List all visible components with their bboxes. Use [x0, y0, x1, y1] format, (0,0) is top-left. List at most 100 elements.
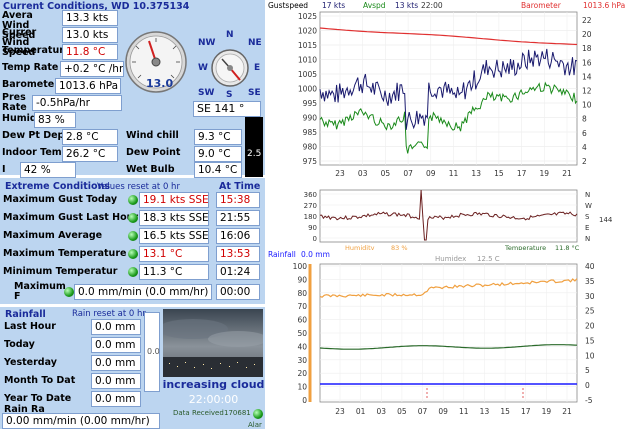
- rain-yesterday-label: Yesterday: [4, 357, 57, 368]
- bottom-x-tick: 05: [397, 407, 407, 416]
- rainfall-chart-label: Rainfall: [268, 250, 296, 259]
- bottom-x-tick: 09: [438, 407, 448, 416]
- top-right-tick: 22: [582, 16, 592, 25]
- top-left-tick: 1015: [298, 41, 317, 50]
- side-indicator-value: 2.5: [247, 149, 262, 159]
- rain-last-hour-label: Last Hour: [4, 321, 56, 332]
- wind-speed-dial-value: 13.0: [146, 77, 174, 90]
- top-chart-time: 22:00: [421, 1, 443, 10]
- avspd-label: Avspd: [363, 1, 386, 10]
- top-left-tick: 1020: [298, 27, 317, 36]
- bottom-right-tick: 5: [585, 366, 590, 375]
- temp-rate-value: +0.2 °C /hr: [60, 61, 124, 77]
- barometer-value: 1013.6 hPa: [583, 1, 625, 10]
- bottom-left-tick: 90: [297, 275, 307, 284]
- dew-pt-depr-label: Dew Pt Depr.: [2, 130, 72, 141]
- wind-direction-chart: 360 270 180 90 0 N W S E N 144 Humidity 83 % Temperat…: [265, 186, 640, 252]
- data-received-indicator: [253, 409, 263, 419]
- bottom-x-tick: 13: [480, 407, 490, 416]
- top-right-tick: 18: [582, 44, 592, 53]
- top-right-tick: 10: [582, 101, 592, 110]
- wet-bulb-value: 10.4 °C: [194, 162, 242, 178]
- avg-wind-value: 13.3 kts: [62, 10, 118, 26]
- bottom-x-tick: 19: [542, 407, 552, 416]
- temp-rate-label: Temp Rate: [2, 62, 59, 73]
- avspd-value: 13 kts: [395, 1, 418, 10]
- extreme-label-4: Minimum Temperatur: [3, 266, 118, 277]
- rain-gauge-value: 0.0: [147, 347, 160, 356]
- bottom-right-tick: 10: [585, 351, 595, 360]
- top-x-tick: 11: [449, 169, 459, 178]
- top-x-tick: 21: [562, 169, 572, 178]
- rainfall-title: Rainfall: [5, 309, 46, 320]
- top-left-tick: 985: [303, 128, 318, 137]
- dir-current-value: 144: [599, 216, 613, 224]
- bottom-right-tick: -5: [585, 396, 593, 405]
- bottom-left-tick: 100: [293, 262, 308, 271]
- top-right-tick: 2: [582, 157, 587, 166]
- extreme-indicator-0: [128, 195, 138, 205]
- bottom-x-tick: 07: [418, 407, 428, 416]
- bottom-right-tick: 40: [585, 262, 595, 271]
- cur-wind-value: 13.0 kts: [62, 27, 118, 43]
- alarm-label: Alar: [248, 421, 262, 429]
- compass-se: SE: [248, 88, 261, 98]
- top-x-tick: 19: [540, 169, 550, 178]
- dir-left-tick: 0: [313, 235, 317, 243]
- webcam-image: [163, 309, 263, 377]
- bottom-right-tick: 15: [585, 336, 595, 345]
- top-left-tick: 1025: [298, 12, 317, 21]
- extreme-indicator-5: [64, 287, 74, 297]
- extreme-label-2: Maximum Average: [3, 230, 103, 241]
- top-right-tick: 4: [582, 143, 587, 152]
- extreme-value-4: 11.3 °C: [139, 264, 209, 280]
- top-x-tick: 13: [471, 169, 481, 178]
- extreme-time-3: 13:53: [216, 246, 260, 262]
- wind-direction-compass: NW N NE W E SW S SE: [196, 28, 262, 100]
- bottom-right-tick: 0: [585, 381, 590, 390]
- top-right-tick: 14: [582, 72, 592, 81]
- bottom-right-tick: 35: [585, 277, 595, 286]
- top-left-tick: 975: [303, 157, 318, 166]
- bottom-x-tick: 15: [500, 407, 510, 416]
- indoor-humidity-value: 42 %: [20, 162, 76, 178]
- dir-right-tick: N: [585, 191, 590, 199]
- top-left-tick: 1005: [298, 70, 317, 79]
- top-left-tick: 990: [303, 114, 318, 123]
- top-x-tick: 05: [381, 169, 391, 178]
- extreme-label-0: Maximum Gust Today: [3, 194, 118, 205]
- extreme-value-0: 19.1 kts SSE: [139, 192, 209, 208]
- compass-nw: NW: [198, 38, 216, 48]
- compass-w: W: [198, 63, 208, 73]
- barometer-label: Barometer: [521, 1, 562, 10]
- top-x-tick: 09: [426, 169, 436, 178]
- top-right-tick: 6: [582, 129, 587, 138]
- extreme-label-1: Maximum Gust Last Hour: [3, 212, 139, 223]
- indoor-humidity-label: I: [2, 164, 6, 175]
- bottom-left-tick: 30: [297, 356, 307, 365]
- top-right-tick: 20: [582, 30, 592, 39]
- extreme-indicator-3: [128, 249, 138, 259]
- bottom-right-tick: 25: [585, 307, 595, 316]
- top-left-tick: 1000: [298, 85, 317, 94]
- webcam-caption: increasing cloud: [162, 378, 265, 391]
- indoor-temp-value: 26.2 °C: [62, 146, 118, 162]
- extreme-time-2: 16:06: [216, 228, 260, 244]
- wind-barometer-chart: 1025 1020 1015 1010 1005 1000 995 990 985 980 975 2…: [265, 0, 640, 185]
- rain-month-value: 0.0 mm: [91, 373, 141, 389]
- extreme-conditions-title: Extreme Conditions: [5, 181, 110, 192]
- humidity-temp-rain-chart: 100 90 80 70 60 50 40 30 20 10 0 40 35 30 25 20 15 10 5 0 -5…: [265, 250, 640, 432]
- dew-point-value: 9.0 °C: [194, 146, 242, 162]
- bottom-left-tick: 60: [297, 316, 307, 325]
- extreme-time-4: 01:24: [216, 264, 260, 280]
- top-right-tick: 16: [582, 58, 592, 67]
- barometer-label: Barometer: [2, 79, 59, 90]
- dir-left-tick: 180: [304, 213, 317, 221]
- compass-s: S: [226, 90, 233, 100]
- temperature-label: Temperature: [2, 45, 71, 56]
- top-x-tick: 15: [494, 169, 504, 178]
- top-x-tick: 23: [335, 169, 345, 178]
- gust-value: 17 kts: [322, 1, 345, 10]
- rain-gauge: 0.0: [144, 312, 160, 392]
- dir-right-tick: S: [585, 213, 590, 221]
